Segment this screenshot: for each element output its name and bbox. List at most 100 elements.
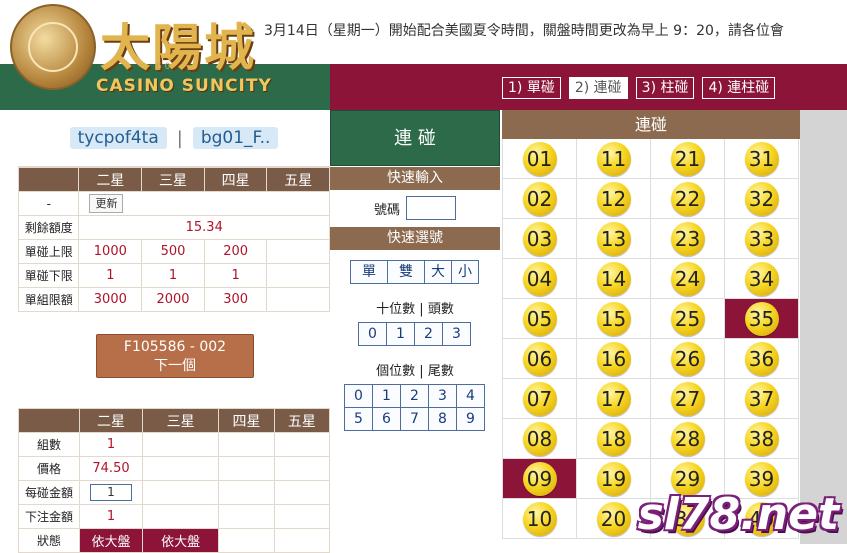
balance-value: 15.34 <box>78 215 330 240</box>
units-buttons-row1: 0 1 2 3 4 <box>330 384 500 408</box>
units-9-button[interactable]: 9 <box>456 407 485 431</box>
number-cell[interactable]: 06 <box>503 339 577 379</box>
number-cell[interactable]: 26 <box>651 339 725 379</box>
tab-linked-pair[interactable]: 2) 連碰 <box>568 77 628 99</box>
account-name: tycpof4ta <box>69 127 167 149</box>
number-ball: 23 <box>670 221 705 256</box>
tab-linked-column-pair[interactable]: 4) 連柱碰 <box>702 77 776 99</box>
number-cell[interactable]: 05 <box>503 299 577 339</box>
even-button[interactable]: 雙 <box>387 260 425 284</box>
number-cell[interactable]: 15 <box>577 299 651 339</box>
units-6-button[interactable]: 6 <box>372 407 401 431</box>
status-label: 狀態 <box>18 528 80 553</box>
number-ball: 31 <box>744 141 779 176</box>
big-button[interactable]: 大 <box>424 260 452 284</box>
number-cell[interactable]: 16 <box>577 339 651 379</box>
number-cell[interactable]: 25 <box>651 299 725 339</box>
number-cell[interactable]: 03 <box>503 219 577 259</box>
table-row: 單碰下限 1 1 1 <box>17 263 330 288</box>
tens-0-button[interactable]: 0 <box>358 322 387 346</box>
watermark-logo: sl78.net <box>637 489 839 540</box>
number-cell[interactable]: 08 <box>503 419 577 459</box>
order-header-2star: 二星 <box>79 408 143 433</box>
table-row: 單碰上限 1000 500 200 <box>17 239 330 264</box>
number-cell[interactable]: 13 <box>577 219 651 259</box>
number-cell[interactable]: 35 <box>725 299 799 339</box>
number-cell[interactable]: 12 <box>577 179 651 219</box>
number-cell[interactable]: 28 <box>651 419 725 459</box>
number-ball: 36 <box>744 341 779 376</box>
cell-value: 1 <box>78 263 143 288</box>
limits-header-5star: 五星 <box>266 167 330 192</box>
number-cell[interactable]: 32 <box>725 179 799 219</box>
number-cell[interactable]: 24 <box>651 259 725 299</box>
small-button[interactable]: 小 <box>451 260 479 284</box>
ticket-id: F105586 - 002 <box>123 339 227 355</box>
next-ticket-button[interactable]: F105586 - 002 下一個 <box>96 334 254 378</box>
refresh-button[interactable]: 更新 <box>89 194 124 213</box>
number-cell[interactable]: 14 <box>577 259 651 299</box>
units-7-button[interactable]: 7 <box>400 407 429 431</box>
units-3-button[interactable]: 3 <box>428 384 457 408</box>
number-ball: 37 <box>744 381 779 416</box>
number-cell[interactable]: 02 <box>503 179 577 219</box>
number-cell[interactable]: 09 <box>503 459 577 499</box>
announcement-marquee: 3月14日（星期一）開始配合美國夏令時間，關盤時間更改為早上 9：20，請各位會 <box>264 23 784 39</box>
number-label: 號碼 <box>373 202 400 218</box>
number-cell[interactable]: 21 <box>651 139 725 179</box>
number-cell[interactable]: 27 <box>651 379 725 419</box>
count-value: 1 <box>79 432 143 457</box>
cell-value <box>266 263 330 288</box>
units-2-button[interactable]: 2 <box>400 384 429 408</box>
number-cell[interactable]: 11 <box>577 139 651 179</box>
suncity-logo: 太陽城 6 0 CASINO SUNCITY <box>4 2 274 96</box>
number-ball: 32 <box>744 181 779 216</box>
number-cell[interactable]: 04 <box>503 259 577 299</box>
tens-buttons: 0 1 2 3 <box>330 322 500 346</box>
units-0-button[interactable]: 0 <box>344 384 373 408</box>
logo-mid-text: 6 0 <box>156 62 171 72</box>
right-gutter <box>800 110 847 544</box>
price-value: 74.50 <box>79 456 143 481</box>
tab-single-pair[interactable]: 1) 單碰 <box>502 77 561 99</box>
number-grid-panel: 連碰 01 11 21 31 02 12 22 32 03 13 23 33 04 14 24 34 05 15 2… <box>502 110 800 544</box>
tens-3-button[interactable]: 3 <box>442 322 471 346</box>
number-ball: 08 <box>522 421 557 456</box>
units-5-button[interactable]: 5 <box>344 407 373 431</box>
number-cell[interactable]: 31 <box>725 139 799 179</box>
tens-1-button[interactable]: 1 <box>386 322 415 346</box>
units-8-button[interactable]: 8 <box>428 407 457 431</box>
units-4-button[interactable]: 4 <box>456 384 485 408</box>
number-ball: 34 <box>744 261 779 296</box>
number-cell[interactable]: 37 <box>725 379 799 419</box>
units-1-button[interactable]: 1 <box>372 384 401 408</box>
number-cell[interactable]: 17 <box>577 379 651 419</box>
tens-2-button[interactable]: 2 <box>414 322 443 346</box>
number-ball: 04 <box>522 261 557 296</box>
number-cell[interactable]: 33 <box>725 219 799 259</box>
number-cell[interactable]: 10 <box>503 499 577 539</box>
limits-header-2star: 二星 <box>78 167 143 192</box>
number-ball: 18 <box>596 421 631 456</box>
number-cell[interactable]: 01 <box>503 139 577 179</box>
number-cell[interactable]: 23 <box>651 219 725 259</box>
odd-button[interactable]: 單 <box>350 260 388 284</box>
number-cell[interactable]: 18 <box>577 419 651 459</box>
amount-input[interactable]: 1 <box>90 484 132 501</box>
number-cell[interactable]: 36 <box>725 339 799 379</box>
order-table: 二星 三星 四星 五星 組數 1 價格 74.50 每碰金額 1 下注金額 1 … <box>18 408 331 553</box>
number-cell[interactable]: 22 <box>651 179 725 219</box>
number-ball: 25 <box>670 301 705 336</box>
price-label: 價格 <box>18 456 80 481</box>
tab-column-pair[interactable]: 3) 柱碰 <box>635 77 695 99</box>
cell-value: 1 <box>203 263 268 288</box>
order-header-blank <box>18 408 80 433</box>
limits-header-4star: 四星 <box>203 167 268 192</box>
number-ball: 11 <box>596 141 631 176</box>
number-cell[interactable]: 38 <box>725 419 799 459</box>
limits-header-blank <box>17 167 80 192</box>
number-cell[interactable]: 07 <box>503 379 577 419</box>
number-ball: 06 <box>522 341 557 376</box>
number-cell[interactable]: 34 <box>725 259 799 299</box>
number-input[interactable] <box>406 196 456 220</box>
